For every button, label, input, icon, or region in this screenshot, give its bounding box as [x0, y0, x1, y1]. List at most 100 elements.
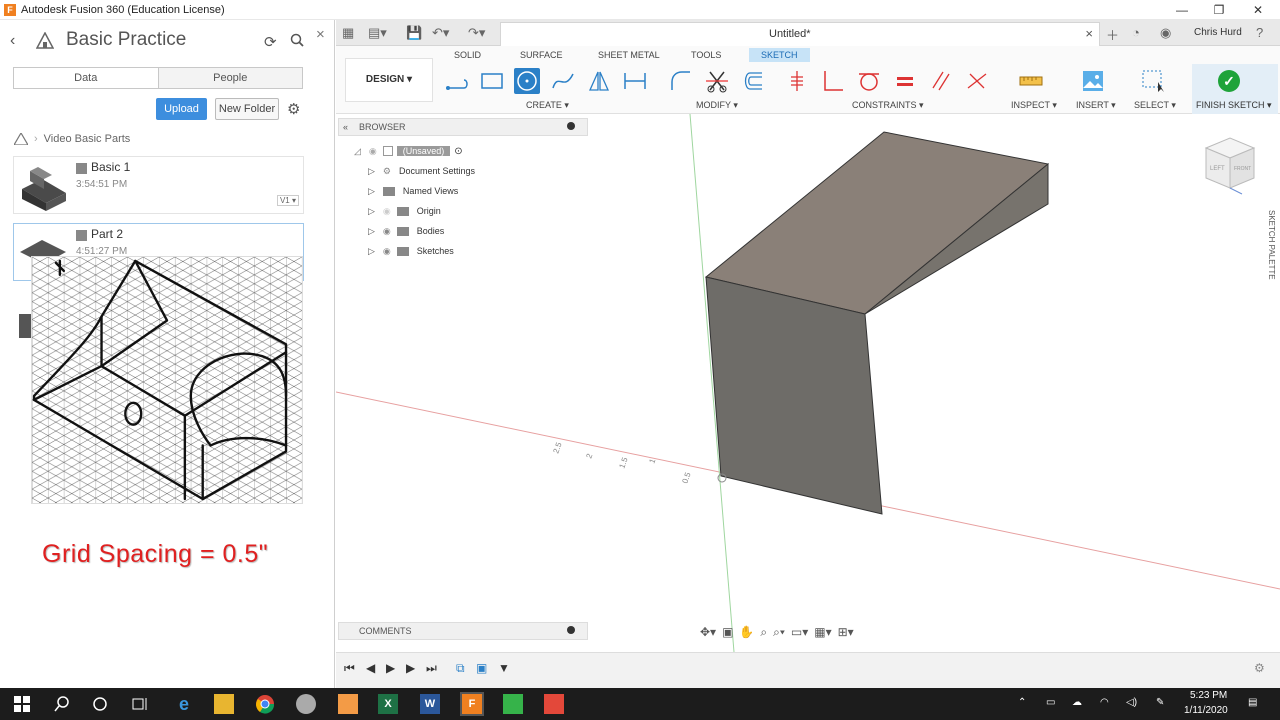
browser-root-node[interactable]: ◿ ◉ (Unsaved) ⊙: [354, 141, 463, 161]
visibility-eye-icon[interactable]: ◉: [383, 246, 391, 257]
app-icon[interactable]: [503, 694, 523, 714]
action-center-icon[interactable]: ▤: [1248, 697, 1257, 708]
app-icon[interactable]: [338, 694, 358, 714]
apps-grid-icon[interactable]: ▦: [342, 25, 354, 41]
orbit-icon[interactable]: ✥▾: [700, 625, 716, 639]
visibility-eye-icon[interactable]: ◉: [383, 206, 391, 217]
select-window-icon[interactable]: [1140, 68, 1166, 94]
version-badge[interactable]: V1 ▾: [276, 195, 299, 206]
job-status-icon[interactable]: ◔: [1132, 25, 1140, 40]
mirror-tool-icon[interactable]: [586, 68, 612, 94]
tray-icon[interactable]: ▭: [1046, 697, 1055, 708]
tab-sketch[interactable]: SKETCH: [749, 48, 810, 62]
next-step-icon[interactable]: ▶: [406, 661, 415, 675]
close-window-button[interactable]: ✕: [1238, 0, 1278, 20]
expand-triangle-icon[interactable]: ▷: [368, 246, 375, 257]
upload-button[interactable]: Upload: [156, 98, 207, 120]
trim-tool-icon[interactable]: [704, 68, 730, 94]
search-taskbar-icon[interactable]: [52, 694, 72, 714]
visibility-eye-icon[interactable]: ◉: [383, 226, 391, 237]
last-step-icon[interactable]: ⏭: [426, 661, 437, 676]
browser-node-bodies[interactable]: ▷ ◉ Bodies: [368, 221, 444, 241]
viewports-icon[interactable]: ⊞▾: [838, 625, 854, 639]
sketch-palette-tab[interactable]: SKETCH PALETTE: [1262, 210, 1276, 310]
tab-solid[interactable]: SOLID: [454, 50, 481, 60]
add-comment-icon[interactable]: [567, 626, 575, 634]
task-view-icon[interactable]: [130, 694, 150, 714]
notifications-icon[interactable]: ◉: [1160, 25, 1171, 41]
root-component-label[interactable]: (Unsaved): [396, 146, 451, 156]
back-arrow-icon[interactable]: ‹: [10, 32, 15, 50]
finish-sketch-button[interactable]: ✓ FINISH SKETCH ▾: [1192, 64, 1278, 114]
new-folder-button[interactable]: New Folder: [215, 98, 279, 120]
search-icon[interactable]: [290, 33, 304, 47]
display-settings-icon[interactable]: ▭▾: [791, 625, 808, 639]
edge-browser-icon[interactable]: e: [174, 694, 194, 714]
tab-data[interactable]: Data: [14, 68, 159, 88]
horizontal-vertical-constraint-icon[interactable]: [964, 68, 990, 94]
tab-tools[interactable]: TOOLS: [691, 50, 721, 60]
perpendicular-constraint-icon[interactable]: [820, 68, 846, 94]
new-tab-icon[interactable]: ＋: [1106, 25, 1119, 44]
app-icon[interactable]: [544, 694, 564, 714]
activate-radio-icon[interactable]: ⊙: [454, 146, 462, 157]
zoom-icon[interactable]: ⌕: [760, 625, 767, 640]
expand-triangle-icon[interactable]: ▷: [368, 226, 375, 237]
line-tool-icon[interactable]: [444, 68, 470, 94]
coincident-constraint-icon[interactable]: [784, 68, 810, 94]
dimension-tool-icon[interactable]: [622, 68, 648, 94]
create-menu[interactable]: CREATE ▾: [526, 100, 569, 111]
browser-header[interactable]: « BROWSER: [338, 118, 588, 136]
collapse-triangle-icon[interactable]: ◿: [354, 146, 361, 157]
document-tab[interactable]: Untitled* ×: [500, 22, 1100, 46]
file-explorer-icon[interactable]: [214, 694, 234, 714]
clock-date[interactable]: 1/11/2020: [1184, 705, 1228, 716]
spline-tool-icon[interactable]: [550, 68, 576, 94]
zoom-window-icon[interactable]: ⌕▾: [773, 625, 785, 640]
circle-tool-icon[interactable]: [514, 68, 540, 94]
browser-node-named-views[interactable]: ▷ Named Views: [368, 181, 458, 201]
help-icon[interactable]: ?: [1256, 25, 1263, 40]
tray-expand-icon[interactable]: ⌃: [1018, 697, 1026, 708]
workspace-switcher[interactable]: DESIGN ▾: [345, 58, 433, 102]
fusion360-taskbar-icon[interactable]: F: [460, 692, 484, 716]
insert-image-icon[interactable]: [1080, 68, 1106, 94]
sketch-feature-icon[interactable]: ⧉: [456, 661, 465, 676]
browser-node-document-settings[interactable]: ▷ ⚙ Document Settings: [368, 161, 475, 181]
tab-sheet-metal[interactable]: SHEET METAL: [598, 50, 660, 60]
restore-button[interactable]: ❐: [1199, 0, 1239, 20]
list-item-basic-1[interactable]: Basic 1 3:54:51 PM V1 ▾: [13, 156, 304, 214]
close-tab-icon[interactable]: ×: [1085, 26, 1093, 41]
play-icon[interactable]: ▶: [386, 661, 395, 675]
grid-settings-icon[interactable]: ▦▾: [814, 625, 831, 639]
app-icon[interactable]: [296, 694, 316, 714]
expand-triangle-icon[interactable]: ▷: [368, 206, 375, 217]
extrude-feature-icon[interactable]: ▣: [476, 661, 487, 675]
refresh-icon[interactable]: ⟳: [264, 33, 277, 51]
insert-menu[interactable]: INSERT ▾: [1076, 100, 1116, 111]
parallel-constraint-icon[interactable]: [928, 68, 954, 94]
user-name[interactable]: Chris Hurd: [1194, 27, 1242, 38]
redo-icon[interactable]: ↷▾: [468, 25, 485, 41]
modify-menu[interactable]: MODIFY ▾: [696, 100, 738, 111]
expand-triangle-icon[interactable]: ▷: [368, 166, 375, 177]
close-panel-icon[interactable]: ×: [316, 26, 325, 43]
inspect-menu[interactable]: INSPECT ▾: [1011, 100, 1057, 111]
browser-node-origin[interactable]: ▷ ◉ Origin: [368, 201, 441, 221]
timeline-marker-icon[interactable]: ▼: [498, 661, 510, 675]
tab-surface[interactable]: SURFACE: [520, 50, 563, 60]
comments-bar[interactable]: COMMENTS: [338, 622, 588, 640]
previous-step-icon[interactable]: ◀: [366, 661, 375, 675]
onedrive-icon[interactable]: ☁: [1072, 697, 1082, 708]
wifi-icon[interactable]: ◠: [1100, 697, 1109, 708]
windows-start-icon[interactable]: [12, 694, 32, 714]
gear-icon[interactable]: ⚙: [287, 100, 300, 118]
fillet-tool-icon[interactable]: [668, 68, 694, 94]
viewcube[interactable]: LEFT FRONT: [1200, 132, 1260, 198]
excel-icon[interactable]: X: [378, 694, 398, 714]
equal-constraint-icon[interactable]: [892, 68, 918, 94]
visibility-eye-icon[interactable]: ◉: [369, 146, 377, 157]
collapse-icon[interactable]: «: [343, 119, 348, 135]
cortana-icon[interactable]: [90, 694, 110, 714]
file-menu-icon[interactable]: ▤▾: [368, 25, 387, 41]
